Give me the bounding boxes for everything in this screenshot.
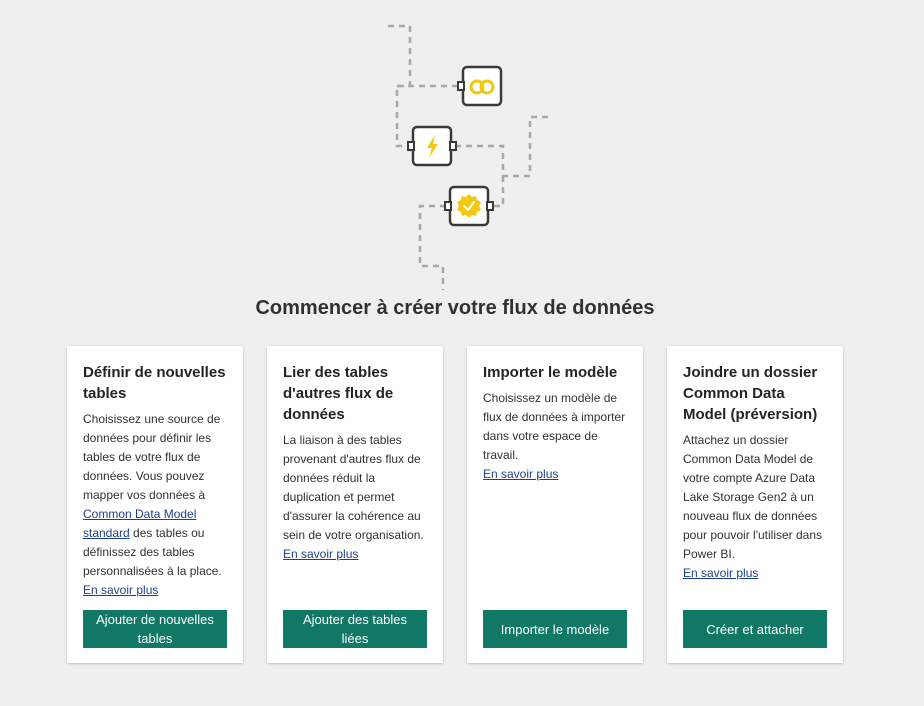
connector-line-right: [455, 115, 550, 178]
card-import-model: Importer le modèle Choisissez un modèle …: [467, 346, 643, 663]
learn-more-link[interactable]: En savoir plus: [83, 581, 227, 599]
card-title: Définir de nouvelles tables: [83, 364, 226, 402]
card-description: Attachez un dossier Common Data Model de…: [683, 433, 823, 561]
dataflow-illustration: [388, 24, 550, 290]
card-define-new-tables: Définir de nouvelles tables Choisissez u…: [67, 346, 243, 663]
node-link: [457, 65, 503, 107]
card-description: La liaison à des tables provenant d'autr…: [283, 433, 424, 542]
add-linked-tables-button[interactable]: Ajouter des tables liées: [283, 610, 427, 648]
node-badge: [444, 185, 494, 227]
card-description: Choisissez une source de données pour dé…: [83, 412, 222, 578]
create-and-attach-button[interactable]: Créer et attacher: [683, 610, 827, 648]
import-model-button[interactable]: Importer le modèle: [483, 610, 627, 648]
card-title: Lier des tables d'autres flux de données: [283, 364, 394, 423]
card-attach-cdm-folder: Joindre un dossier Common Data Model (pr…: [667, 346, 843, 663]
connector-line-bottom: [418, 204, 446, 290]
add-new-tables-button[interactable]: Ajouter de nouvelles tables: [83, 610, 227, 648]
learn-more-link[interactable]: En savoir plus: [283, 545, 427, 563]
learn-more-link[interactable]: En savoir plus: [683, 564, 827, 582]
card-link-tables: Lier des tables d'autres flux de données…: [267, 346, 443, 663]
page-title: Commencer à créer votre flux de données: [255, 297, 655, 319]
card-title: Joindre un dossier Common Data Model (pr…: [683, 364, 818, 423]
node-lightning: [407, 125, 457, 167]
learn-more-link[interactable]: En savoir plus: [483, 465, 627, 483]
card-title: Importer le modèle: [483, 364, 618, 381]
card-description: Choisissez un modèle de flux de données …: [483, 391, 626, 462]
